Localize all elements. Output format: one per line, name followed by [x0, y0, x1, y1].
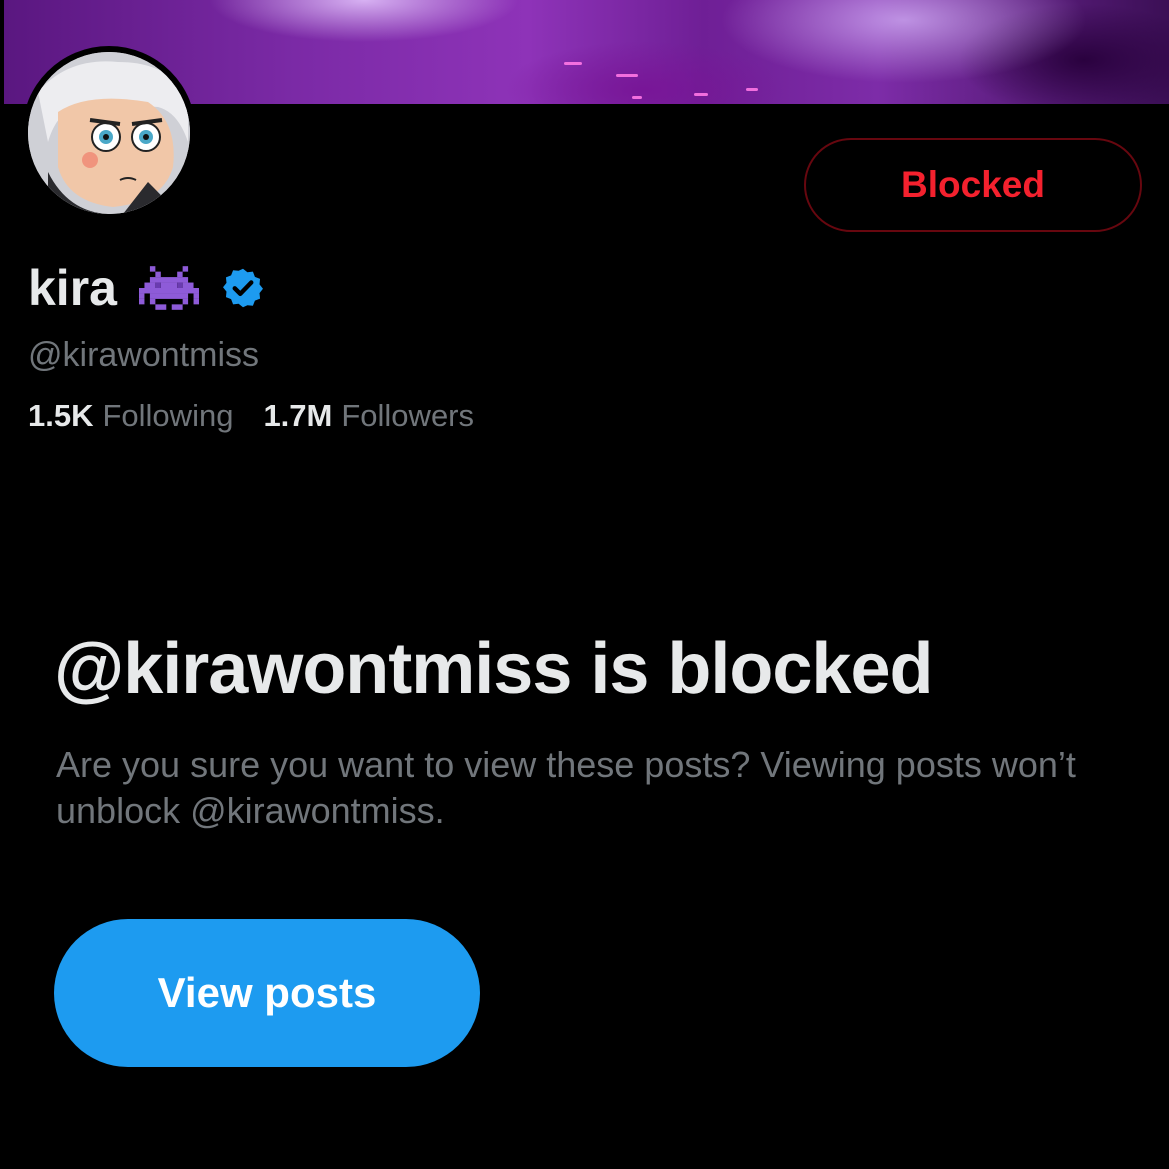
following-label: Following [102, 398, 234, 433]
profile-handle: @kirawontmiss [28, 336, 259, 374]
avatar[interactable] [22, 46, 196, 220]
blocked-notice-title: @kirawontmiss is blocked [54, 629, 933, 709]
follow-stats: 1.5K Following 1.7M Followers [28, 398, 504, 434]
display-name: kira [28, 260, 117, 316]
followers-stat[interactable]: 1.7M Followers [263, 398, 474, 434]
avatar-image [28, 52, 190, 214]
followers-label: Followers [341, 398, 475, 433]
following-count: 1.5K [28, 398, 94, 433]
verified-badge-icon[interactable] [221, 266, 265, 310]
following-stat[interactable]: 1.5K Following [28, 398, 233, 434]
blocked-button[interactable]: Blocked [804, 138, 1142, 232]
view-posts-button[interactable]: View posts [54, 919, 480, 1067]
alien-monster-icon [138, 264, 199, 312]
blocked-notice-description: Are you sure you want to view these post… [56, 744, 1076, 831]
display-name-row: kira [28, 256, 265, 320]
followers-count: 1.7M [263, 398, 333, 433]
